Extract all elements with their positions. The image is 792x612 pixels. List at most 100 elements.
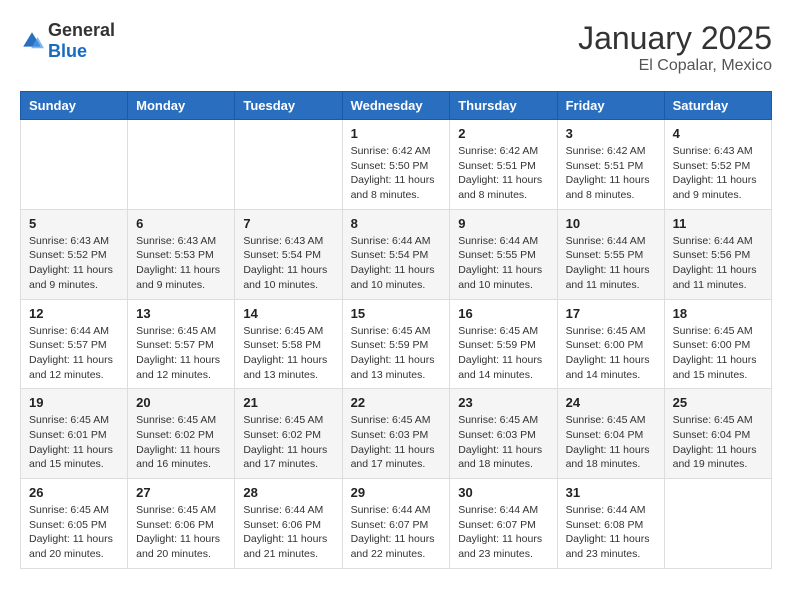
day-number: 8 [351, 216, 442, 231]
weekday-header-tuesday: Tuesday [235, 92, 342, 120]
day-number: 11 [673, 216, 763, 231]
calendar-cell: 5 Sunrise: 6:43 AMSunset: 5:52 PMDaylight… [21, 209, 128, 299]
day-number: 17 [566, 306, 656, 321]
day-info: Sunrise: 6:43 AMSunset: 5:54 PMDaylight:… [243, 234, 333, 293]
day-number: 6 [136, 216, 226, 231]
day-info: Sunrise: 6:45 AMSunset: 6:00 PMDaylight:… [566, 324, 656, 383]
day-info: Sunrise: 6:45 AMSunset: 6:04 PMDaylight:… [673, 413, 763, 472]
weekday-header-saturday: Saturday [664, 92, 771, 120]
day-info: Sunrise: 6:43 AMSunset: 5:53 PMDaylight:… [136, 234, 226, 293]
day-info: Sunrise: 6:44 AMSunset: 6:06 PMDaylight:… [243, 503, 333, 562]
calendar-cell: 19 Sunrise: 6:45 AMSunset: 6:01 PMDayligh… [21, 389, 128, 479]
calendar-cell: 23 Sunrise: 6:45 AMSunset: 6:03 PMDayligh… [450, 389, 557, 479]
calendar-cell: 10 Sunrise: 6:44 AMSunset: 5:55 PMDayligh… [557, 209, 664, 299]
day-number: 30 [458, 485, 548, 500]
day-info: Sunrise: 6:45 AMSunset: 6:03 PMDaylight:… [351, 413, 442, 472]
day-info: Sunrise: 6:43 AMSunset: 5:52 PMDaylight:… [29, 234, 119, 293]
day-number: 20 [136, 395, 226, 410]
day-info: Sunrise: 6:44 AMSunset: 6:07 PMDaylight:… [458, 503, 548, 562]
page-header: General Blue January 2025 El Copalar, Me… [20, 20, 772, 75]
day-info: Sunrise: 6:44 AMSunset: 5:55 PMDaylight:… [566, 234, 656, 293]
logo-general: General [48, 20, 115, 40]
day-info: Sunrise: 6:45 AMSunset: 6:06 PMDaylight:… [136, 503, 226, 562]
day-number: 23 [458, 395, 548, 410]
day-info: Sunrise: 6:44 AMSunset: 5:54 PMDaylight:… [351, 234, 442, 293]
calendar-cell: 21 Sunrise: 6:45 AMSunset: 6:02 PMDayligh… [235, 389, 342, 479]
day-number: 13 [136, 306, 226, 321]
calendar-cell: 13 Sunrise: 6:45 AMSunset: 5:57 PMDayligh… [128, 299, 235, 389]
day-info: Sunrise: 6:45 AMSunset: 5:57 PMDaylight:… [136, 324, 226, 383]
calendar-cell: 28Sunrise: 6:44 AMSunset: 6:06 PMDayligh… [235, 479, 342, 569]
calendar-week-row: 5 Sunrise: 6:43 AMSunset: 5:52 PMDaylight… [21, 209, 772, 299]
day-info: Sunrise: 6:44 AMSunset: 5:56 PMDaylight:… [673, 234, 763, 293]
calendar-cell: 31Sunrise: 6:44 AMSunset: 6:08 PMDayligh… [557, 479, 664, 569]
calendar-cell [128, 120, 235, 210]
day-number: 26 [29, 485, 119, 500]
calendar-cell: 12Sunrise: 6:44 AMSunset: 5:57 PMDayligh… [21, 299, 128, 389]
day-number: 3 [566, 126, 656, 141]
location-title: El Copalar, Mexico [578, 57, 772, 75]
day-number: 2 [458, 126, 548, 141]
calendar-cell [21, 120, 128, 210]
title-block: January 2025 El Copalar, Mexico [578, 20, 772, 75]
calendar-cell: 17 Sunrise: 6:45 AMSunset: 6:00 PMDayligh… [557, 299, 664, 389]
calendar-cell: 1Sunrise: 6:42 AMSunset: 5:50 PMDaylight… [342, 120, 450, 210]
day-number: 19 [29, 395, 119, 410]
calendar-cell: 4Sunrise: 6:43 AMSunset: 5:52 PMDaylight… [664, 120, 771, 210]
logo: General Blue [20, 20, 115, 62]
calendar-cell: 15Sunrise: 6:45 AMSunset: 5:59 PMDayligh… [342, 299, 450, 389]
day-number: 27 [136, 485, 226, 500]
calendar-cell: 7 Sunrise: 6:43 AMSunset: 5:54 PMDaylight… [235, 209, 342, 299]
calendar-cell [235, 120, 342, 210]
calendar-cell: 26 Sunrise: 6:45 AMSunset: 6:05 PMDayligh… [21, 479, 128, 569]
day-info: Sunrise: 6:42 AMSunset: 5:51 PMDaylight:… [566, 144, 656, 203]
calendar-cell: 29Sunrise: 6:44 AMSunset: 6:07 PMDayligh… [342, 479, 450, 569]
day-info: Sunrise: 6:45 AMSunset: 6:04 PMDaylight:… [566, 413, 656, 472]
calendar-cell: 8 Sunrise: 6:44 AMSunset: 5:54 PMDaylight… [342, 209, 450, 299]
calendar-cell: 3 Sunrise: 6:42 AMSunset: 5:51 PMDaylight… [557, 120, 664, 210]
weekday-header-friday: Friday [557, 92, 664, 120]
calendar-cell: 6 Sunrise: 6:43 AMSunset: 5:53 PMDaylight… [128, 209, 235, 299]
day-info: Sunrise: 6:45 AMSunset: 6:01 PMDaylight:… [29, 413, 119, 472]
calendar-cell: 22 Sunrise: 6:45 AMSunset: 6:03 PMDayligh… [342, 389, 450, 479]
day-number: 15 [351, 306, 442, 321]
day-number: 21 [243, 395, 333, 410]
day-info: Sunrise: 6:45 AMSunset: 6:05 PMDaylight:… [29, 503, 119, 562]
day-info: Sunrise: 6:45 AMSunset: 5:58 PMDaylight:… [243, 324, 333, 383]
calendar-cell: 14 Sunrise: 6:45 AMSunset: 5:58 PMDayligh… [235, 299, 342, 389]
month-title: January 2025 [578, 20, 772, 57]
day-info: Sunrise: 6:42 AMSunset: 5:50 PMDaylight:… [351, 144, 442, 203]
calendar-week-row: 26 Sunrise: 6:45 AMSunset: 6:05 PMDayligh… [21, 479, 772, 569]
weekday-header-sunday: Sunday [21, 92, 128, 120]
calendar-cell: 9 Sunrise: 6:44 AMSunset: 5:55 PMDaylight… [450, 209, 557, 299]
calendar-cell: 30 Sunrise: 6:44 AMSunset: 6:07 PMDayligh… [450, 479, 557, 569]
day-number: 9 [458, 216, 548, 231]
day-number: 24 [566, 395, 656, 410]
calendar-cell: 18 Sunrise: 6:45 AMSunset: 6:00 PMDayligh… [664, 299, 771, 389]
logo-icon [20, 29, 44, 53]
day-number: 16 [458, 306, 548, 321]
weekday-header-monday: Monday [128, 92, 235, 120]
day-info: Sunrise: 6:43 AMSunset: 5:52 PMDaylight:… [673, 144, 763, 203]
day-info: Sunrise: 6:45 AMSunset: 6:03 PMDaylight:… [458, 413, 548, 472]
day-number: 7 [243, 216, 333, 231]
day-info: Sunrise: 6:45 AMSunset: 6:02 PMDaylight:… [243, 413, 333, 472]
calendar-week-row: 19 Sunrise: 6:45 AMSunset: 6:01 PMDayligh… [21, 389, 772, 479]
day-info: Sunrise: 6:44 AMSunset: 5:57 PMDaylight:… [29, 324, 119, 383]
day-info: Sunrise: 6:45 AMSunset: 6:00 PMDaylight:… [673, 324, 763, 383]
day-number: 25 [673, 395, 763, 410]
calendar-week-row: 12Sunrise: 6:44 AMSunset: 5:57 PMDayligh… [21, 299, 772, 389]
day-number: 14 [243, 306, 333, 321]
day-info: Sunrise: 6:44 AMSunset: 6:08 PMDaylight:… [566, 503, 656, 562]
day-number: 5 [29, 216, 119, 231]
day-info: Sunrise: 6:44 AMSunset: 6:07 PMDaylight:… [351, 503, 442, 562]
calendar-table: SundayMondayTuesdayWednesdayThursdayFrid… [20, 91, 772, 569]
day-info: Sunrise: 6:45 AMSunset: 5:59 PMDaylight:… [458, 324, 548, 383]
day-number: 10 [566, 216, 656, 231]
day-number: 22 [351, 395, 442, 410]
logo-blue: Blue [48, 41, 87, 61]
day-info: Sunrise: 6:45 AMSunset: 6:02 PMDaylight:… [136, 413, 226, 472]
day-number: 18 [673, 306, 763, 321]
calendar-cell: 16 Sunrise: 6:45 AMSunset: 5:59 PMDayligh… [450, 299, 557, 389]
day-info: Sunrise: 6:44 AMSunset: 5:55 PMDaylight:… [458, 234, 548, 293]
